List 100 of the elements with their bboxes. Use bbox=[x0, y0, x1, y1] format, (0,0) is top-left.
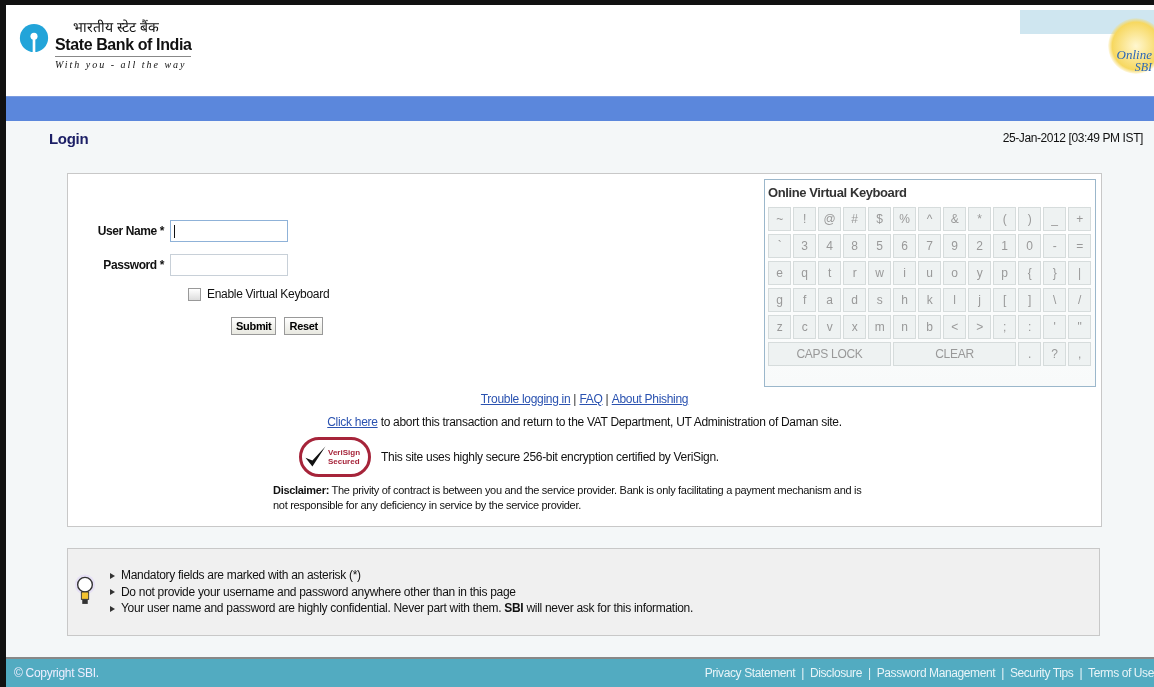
keyboard-key[interactable]: ? bbox=[1043, 342, 1066, 366]
bank-logo-icon bbox=[19, 23, 49, 53]
keyboard-key[interactable]: % bbox=[893, 207, 916, 231]
keyboard-key[interactable]: _ bbox=[1043, 207, 1066, 231]
keyboard-key[interactable]: [ bbox=[993, 288, 1016, 312]
tip-text: Do not provide your username and password anywhere other than in this page bbox=[121, 583, 516, 601]
keyboard-key[interactable]: 1 bbox=[993, 234, 1016, 258]
keyboard-key[interactable]: q bbox=[793, 261, 816, 285]
keyboard-key[interactable]: a bbox=[818, 288, 841, 312]
click-here-link[interactable]: Click here bbox=[327, 415, 378, 429]
keyboard-key[interactable]: d bbox=[843, 288, 866, 312]
keyboard-key[interactable]: 6 bbox=[893, 234, 916, 258]
bullet-icon bbox=[110, 572, 115, 579]
keyboard-key[interactable]: ! bbox=[793, 207, 816, 231]
keyboard-key[interactable]: & bbox=[943, 207, 966, 231]
separator: | bbox=[801, 666, 804, 680]
keyboard-key[interactable]: ` bbox=[768, 234, 791, 258]
keyboard-key[interactable]: \ bbox=[1043, 288, 1066, 312]
footer-link[interactable]: Password Management bbox=[876, 666, 996, 680]
help-link[interactable]: About Phishing bbox=[611, 392, 689, 406]
keyboard-key[interactable]: 5 bbox=[868, 234, 891, 258]
submit-button[interactable]: Submit bbox=[231, 317, 277, 335]
keyboard-key[interactable]: ] bbox=[1018, 288, 1041, 312]
keyboard-key[interactable]: b bbox=[918, 315, 941, 339]
keyboard-key[interactable]: CLEAR bbox=[893, 342, 1016, 366]
keyboard-key[interactable]: g bbox=[768, 288, 791, 312]
keyboard-key[interactable]: ( bbox=[993, 207, 1016, 231]
keyboard-key[interactable]: w bbox=[868, 261, 891, 285]
separator: | bbox=[573, 392, 577, 406]
keyboard-key[interactable]: n bbox=[893, 315, 916, 339]
keyboard-key[interactable]: 3 bbox=[793, 234, 816, 258]
keyboard-key[interactable]: > bbox=[968, 315, 991, 339]
keyboard-key[interactable]: l bbox=[943, 288, 966, 312]
keyboard-key[interactable]: + bbox=[1068, 207, 1091, 231]
keyboard-key[interactable]: < bbox=[943, 315, 966, 339]
password-field[interactable] bbox=[170, 254, 288, 276]
keyboard-key[interactable]: p bbox=[993, 261, 1016, 285]
keyboard-title: Online Virtual Keyboard bbox=[768, 185, 908, 202]
keyboard-key[interactable]: $ bbox=[868, 207, 891, 231]
footer-link[interactable]: Privacy Statement bbox=[704, 666, 796, 680]
keyboard-key[interactable]: z bbox=[768, 315, 791, 339]
keyboard-key[interactable]: s bbox=[868, 288, 891, 312]
keyboard-key[interactable]: t bbox=[818, 261, 841, 285]
username-field[interactable] bbox=[170, 220, 288, 242]
separator: | bbox=[605, 392, 609, 406]
keyboard-key[interactable]: j bbox=[968, 288, 991, 312]
keyboard-key[interactable]: i bbox=[893, 261, 916, 285]
verisign-text: This site uses highly secure 256-bit encryption certified by VeriSign. bbox=[381, 450, 719, 464]
keyboard-key[interactable]: ) bbox=[1018, 207, 1041, 231]
keyboard-key[interactable]: - bbox=[1043, 234, 1066, 258]
footer-link[interactable]: Security Tips bbox=[1009, 666, 1074, 680]
keyboard-key[interactable]: : bbox=[1018, 315, 1041, 339]
keyboard-key[interactable]: k bbox=[918, 288, 941, 312]
checkbox[interactable] bbox=[188, 287, 201, 301]
keyboard-key[interactable]: ' bbox=[1043, 315, 1066, 339]
tagline: With you - all the way bbox=[55, 58, 188, 70]
field-label: Password * bbox=[102, 258, 164, 272]
keyboard-key[interactable]: CAPS LOCK bbox=[768, 342, 891, 366]
bank-name: State Bank of India bbox=[55, 36, 192, 57]
keyboard-key[interactable]: o bbox=[943, 261, 966, 285]
keyboard-key[interactable]: , bbox=[1068, 342, 1091, 366]
keyboard-key[interactable]: u bbox=[918, 261, 941, 285]
keyboard-key[interactable]: h bbox=[893, 288, 916, 312]
keyboard-key[interactable]: { bbox=[1018, 261, 1041, 285]
keyboard-key[interactable]: = bbox=[1068, 234, 1091, 258]
keyboard-key[interactable]: c bbox=[793, 315, 816, 339]
keyboard-key[interactable]: r bbox=[843, 261, 866, 285]
footer-link[interactable]: Disclosure bbox=[809, 666, 862, 680]
keyboard-key[interactable]: } bbox=[1043, 261, 1066, 285]
keyboard-key[interactable]: e bbox=[768, 261, 791, 285]
keyboard-key[interactable]: ; bbox=[993, 315, 1016, 339]
copyright-text: © Copyright SBI. bbox=[13, 666, 99, 680]
keyboard-key[interactable]: ~ bbox=[768, 207, 791, 231]
bank-name-hindi: भारतीय स्टेट बैंक bbox=[72, 19, 160, 36]
keyboard-key[interactable]: / bbox=[1068, 288, 1091, 312]
keyboard-key[interactable]: . bbox=[1018, 342, 1041, 366]
keyboard-key[interactable]: | bbox=[1068, 261, 1091, 285]
checkbox-label[interactable]: Enable Virtual Keyboard bbox=[207, 287, 330, 301]
keyboard-key[interactable]: " bbox=[1068, 315, 1091, 339]
keyboard-key[interactable]: 9 bbox=[943, 234, 966, 258]
keyboard-key[interactable]: # bbox=[843, 207, 866, 231]
keyboard-key[interactable]: 0 bbox=[1018, 234, 1041, 258]
keyboard-key[interactable]: @ bbox=[818, 207, 841, 231]
keyboard-key[interactable]: 4 bbox=[818, 234, 841, 258]
keyboard-key[interactable]: * bbox=[968, 207, 991, 231]
help-link[interactable]: FAQ bbox=[579, 392, 603, 406]
footer-link[interactable]: Terms of Use bbox=[1088, 666, 1154, 680]
keyboard-key[interactable]: 7 bbox=[918, 234, 941, 258]
help-link[interactable]: Trouble logging in bbox=[480, 392, 571, 406]
keyboard-key[interactable]: 8 bbox=[843, 234, 866, 258]
keyboard-key[interactable]: x bbox=[843, 315, 866, 339]
reset-button[interactable]: Reset bbox=[284, 317, 323, 335]
keyboard-key[interactable]: y bbox=[968, 261, 991, 285]
bullet-icon bbox=[110, 589, 115, 595]
keyboard-key[interactable]: m bbox=[868, 315, 891, 339]
keyboard-key[interactable]: 2 bbox=[968, 234, 991, 258]
keyboard-key[interactable]: v bbox=[818, 315, 841, 339]
verisign-seal: VeriSign Secured bbox=[299, 437, 371, 477]
keyboard-key[interactable]: ^ bbox=[918, 207, 941, 231]
keyboard-key[interactable]: f bbox=[793, 288, 816, 312]
